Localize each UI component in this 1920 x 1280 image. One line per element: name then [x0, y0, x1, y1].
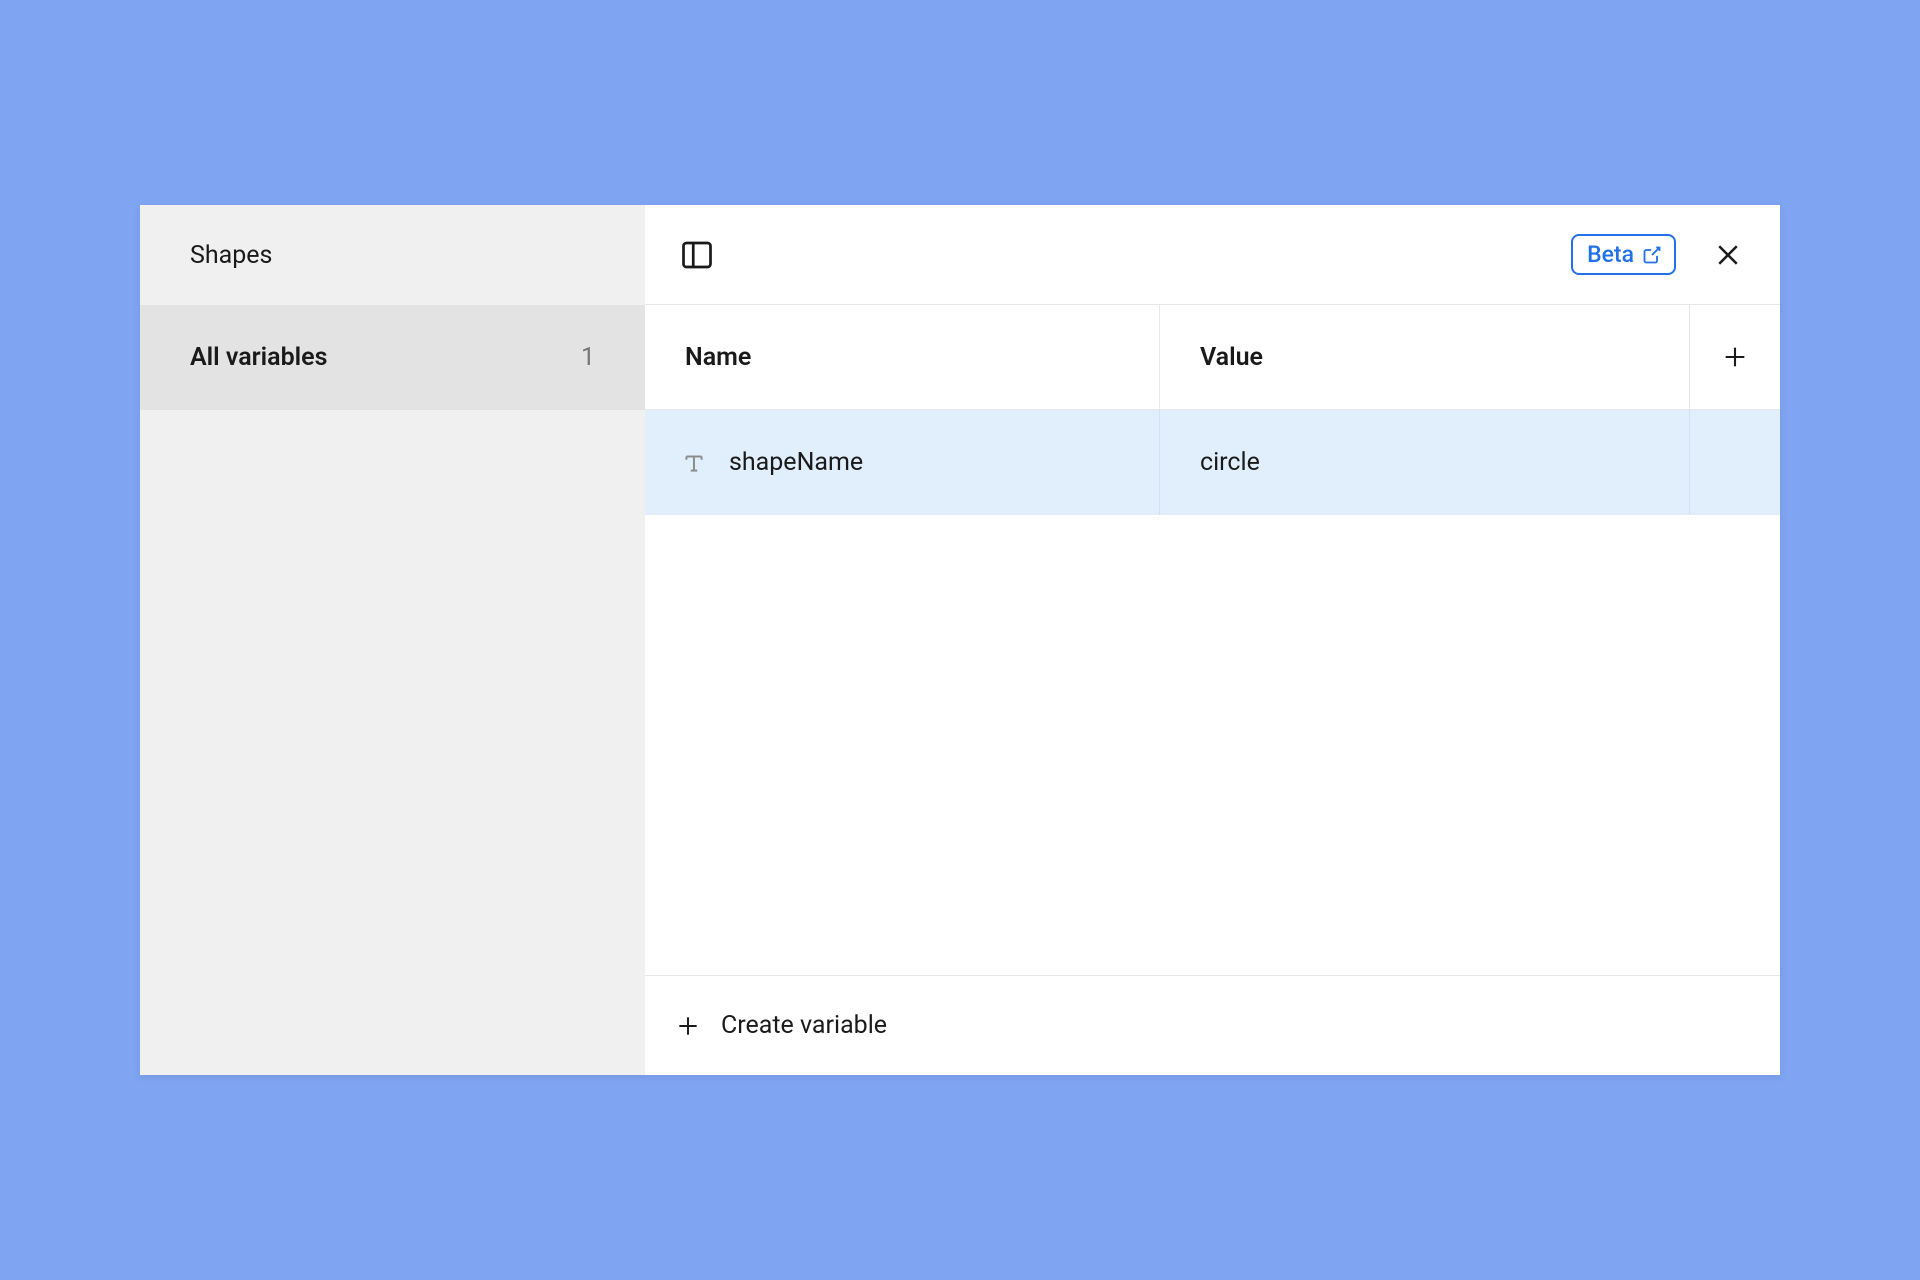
- main-content: Beta Nam: [645, 205, 1780, 1075]
- close-button[interactable]: [1706, 233, 1750, 277]
- sidebar-item-all-variables[interactable]: All variables 1: [140, 305, 645, 410]
- external-link-icon: [1642, 245, 1662, 265]
- variable-value-text: circle: [1200, 448, 1260, 477]
- table-row[interactable]: shapeName circle: [645, 410, 1780, 515]
- add-mode-button[interactable]: [1690, 305, 1780, 409]
- beta-badge-label: Beta: [1587, 241, 1634, 268]
- table-empty-area: [645, 515, 1780, 975]
- sidebar-panel-icon: [679, 237, 715, 273]
- text-type-icon: [681, 450, 707, 476]
- sidebar-item-label: All variables: [190, 343, 327, 372]
- variable-name-text: shapeName: [729, 448, 863, 477]
- column-header-value[interactable]: Value: [1160, 305, 1690, 409]
- variables-panel: Shapes All variables 1 Beta: [140, 205, 1780, 1075]
- beta-badge[interactable]: Beta: [1571, 234, 1676, 275]
- row-trailing-cell: [1690, 410, 1780, 515]
- sidebar-item-count: 1: [581, 343, 595, 372]
- column-header-value-text: Value: [1200, 343, 1263, 372]
- create-variable-label: Create variable: [721, 1011, 887, 1040]
- sidebar: Shapes All variables 1: [140, 205, 645, 1075]
- column-header-name[interactable]: Name: [645, 305, 1160, 409]
- toggle-sidebar-button[interactable]: [675, 233, 719, 277]
- collection-title[interactable]: Shapes: [140, 205, 645, 305]
- topbar: Beta: [645, 205, 1780, 305]
- collection-title-text: Shapes: [190, 241, 272, 270]
- table-header: Name Value: [645, 305, 1780, 410]
- plus-icon: [1721, 343, 1749, 371]
- close-icon: [1713, 240, 1743, 270]
- plus-icon: [675, 1013, 701, 1039]
- variable-value-cell[interactable]: circle: [1160, 410, 1690, 515]
- variable-name-cell[interactable]: shapeName: [645, 410, 1160, 515]
- column-header-name-text: Name: [685, 343, 751, 372]
- create-variable-button[interactable]: Create variable: [645, 975, 1780, 1075]
